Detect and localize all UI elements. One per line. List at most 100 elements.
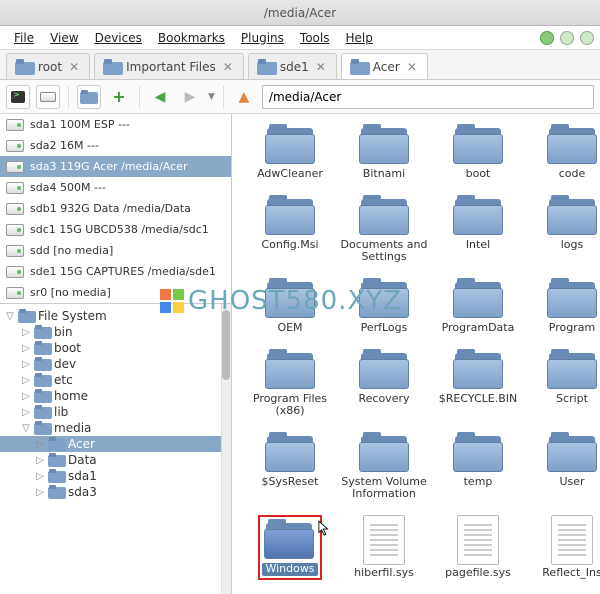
file-item[interactable]: Bitnami bbox=[338, 124, 430, 181]
device-label: sde1 15G CAPTURES /media/sde1 bbox=[30, 265, 216, 278]
tree-item[interactable]: ▷ home bbox=[0, 388, 231, 404]
drive-button[interactable] bbox=[36, 85, 60, 109]
tree-item-acer[interactable]: ▷Acer bbox=[0, 436, 231, 452]
file-item[interactable]: Intel bbox=[432, 195, 524, 264]
device-item[interactable]: sdd [no media] bbox=[0, 240, 231, 261]
tree-item[interactable]: ▷ boot bbox=[0, 340, 231, 356]
up-button[interactable]: ▲ bbox=[232, 85, 256, 109]
tree-item[interactable]: ▷bin bbox=[0, 324, 231, 340]
device-item[interactable]: sdb1 932G Data /media/Data bbox=[0, 198, 231, 219]
tree-label: boot bbox=[54, 341, 81, 355]
device-item[interactable]: sda4 500M --- bbox=[0, 177, 231, 198]
tree-item[interactable]: ▷etc bbox=[0, 372, 231, 388]
close-icon[interactable]: ✕ bbox=[405, 60, 419, 74]
drive-icon bbox=[6, 245, 24, 257]
file-item[interactable]: OEM bbox=[244, 278, 336, 335]
back-button[interactable]: ◀ bbox=[148, 85, 172, 109]
file-item[interactable]: logs bbox=[526, 195, 600, 264]
menu-bookmarks[interactable]: Bookmarks bbox=[150, 29, 233, 47]
device-item[interactable]: sdc1 15G UBCD538 /media/sdc1 bbox=[0, 219, 231, 240]
folder-icon bbox=[34, 421, 52, 435]
tab-acer[interactable]: Acer ✕ bbox=[341, 53, 428, 79]
document-icon bbox=[457, 515, 499, 565]
tab-important-files[interactable]: Important Files ✕ bbox=[94, 53, 244, 79]
device-item[interactable]: sde1 15G CAPTURES /media/sde1 bbox=[0, 261, 231, 282]
file-item[interactable]: $SysReset bbox=[244, 432, 336, 501]
tree-item[interactable]: ▷Data bbox=[0, 452, 231, 468]
tree-twisty[interactable]: ▷ bbox=[34, 487, 46, 498]
window-button-3[interactable] bbox=[580, 31, 594, 45]
tree-item[interactable]: ▷dev bbox=[0, 356, 231, 372]
menu-tools[interactable]: Tools bbox=[292, 29, 338, 47]
close-icon[interactable]: ✕ bbox=[314, 60, 328, 74]
tree-twisty[interactable]: ▷ bbox=[20, 327, 32, 338]
tree-item[interactable]: ▷sda3 bbox=[0, 484, 231, 500]
tree-item[interactable]: ▽media bbox=[0, 420, 231, 436]
tree-item[interactable]: ▷sda1 bbox=[0, 468, 231, 484]
device-item[interactable]: sda1 100M ESP --- bbox=[0, 114, 231, 135]
close-icon[interactable]: ✕ bbox=[221, 60, 235, 74]
tree-twisty[interactable]: ▷ bbox=[20, 407, 32, 418]
menu-help[interactable]: Help bbox=[337, 29, 380, 47]
file-item[interactable]: Config.Msi bbox=[244, 195, 336, 264]
folder-icon bbox=[263, 278, 317, 320]
device-item[interactable]: sda2 16M --- bbox=[0, 135, 231, 156]
tree-twisty[interactable]: ▷ bbox=[34, 455, 46, 466]
tree-twisty[interactable]: ▽ bbox=[20, 423, 32, 434]
tree-twisty[interactable]: ▷ bbox=[20, 343, 32, 354]
tree-twisty[interactable]: ▷ bbox=[20, 359, 32, 370]
close-icon[interactable]: ✕ bbox=[67, 60, 81, 74]
file-item[interactable]: User bbox=[526, 432, 600, 501]
file-item[interactable]: hiberfil.sys bbox=[338, 515, 430, 580]
history-dropdown[interactable]: ▼ bbox=[208, 92, 215, 102]
content-pane[interactable]: AdwCleanerBitnamibootcode Config.Msi Docum… bbox=[232, 114, 600, 594]
window-button-2[interactable] bbox=[560, 31, 574, 45]
tree-label: home bbox=[54, 389, 88, 403]
tree-root[interactable]: ▽ File System bbox=[0, 308, 231, 324]
tab-root[interactable]: root ✕ bbox=[6, 53, 90, 79]
open-folder-button[interactable] bbox=[77, 85, 101, 109]
file-item[interactable]: $RECYCLE.BIN bbox=[432, 349, 524, 418]
device-item[interactable]: sr0 [no media] bbox=[0, 282, 231, 303]
tab-sde1[interactable]: sde1 ✕ bbox=[248, 53, 337, 79]
tree-pane[interactable]: ▽ File System ▷bin ▷ boot ▷dev ▷etc ▷ home… bbox=[0, 304, 231, 594]
add-button[interactable]: + bbox=[107, 85, 131, 109]
tree-twisty[interactable]: ▽ bbox=[4, 311, 16, 322]
menu-file[interactable]: File bbox=[6, 29, 42, 47]
file-item[interactable]: boot bbox=[432, 124, 524, 181]
file-item[interactable]: ProgramData bbox=[432, 278, 524, 335]
file-item[interactable]: Reflect_Ins bbox=[526, 515, 600, 580]
file-item[interactable]: Windows bbox=[244, 515, 336, 580]
tree-item[interactable]: ▷lib bbox=[0, 404, 231, 420]
path-input[interactable] bbox=[262, 85, 594, 109]
file-item[interactable]: Recovery bbox=[338, 349, 430, 418]
terminal-button[interactable] bbox=[6, 85, 30, 109]
tree-scrollbar[interactable] bbox=[221, 304, 231, 594]
forward-button[interactable]: ▶ bbox=[178, 85, 202, 109]
window-button-1[interactable] bbox=[540, 31, 554, 45]
file-item[interactable]: Documents and Settings bbox=[338, 195, 430, 264]
drive-icon bbox=[6, 266, 24, 278]
device-list[interactable]: sda1 100M ESP --- sda2 16M --- sda3 119G… bbox=[0, 114, 231, 304]
file-item[interactable]: System Volume Information bbox=[338, 432, 430, 501]
tree-twisty[interactable]: ▷ bbox=[20, 375, 32, 386]
file-item[interactable]: Program bbox=[526, 278, 600, 335]
menu-plugins[interactable]: Plugins bbox=[233, 29, 292, 47]
tree-twisty[interactable]: ▷ bbox=[34, 439, 46, 450]
file-item[interactable]: PerfLogs bbox=[338, 278, 430, 335]
device-item[interactable]: sda3 119G Acer /media/Acer bbox=[0, 156, 231, 177]
menu-view[interactable]: View bbox=[42, 29, 86, 47]
menu-devices[interactable]: Devices bbox=[87, 29, 150, 47]
tree-twisty[interactable]: ▷ bbox=[34, 471, 46, 482]
file-item[interactable]: AdwCleaner bbox=[244, 124, 336, 181]
file-label: logs bbox=[561, 239, 584, 252]
file-item[interactable]: Script bbox=[526, 349, 600, 418]
file-item[interactable]: Program Files (x86) bbox=[244, 349, 336, 418]
scrollbar-thumb[interactable] bbox=[222, 310, 230, 380]
file-item[interactable]: temp bbox=[432, 432, 524, 501]
file-item[interactable]: pagefile.sys bbox=[432, 515, 524, 580]
file-label: Config.Msi bbox=[261, 239, 318, 252]
folder-icon bbox=[357, 124, 411, 166]
tree-twisty[interactable]: ▷ bbox=[20, 391, 32, 402]
file-item[interactable]: code bbox=[526, 124, 600, 181]
